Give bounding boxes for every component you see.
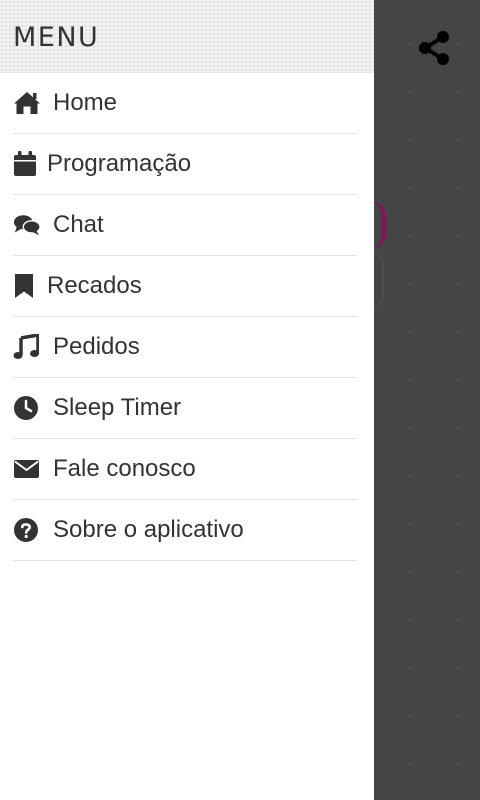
home-icon xyxy=(13,89,41,117)
menu-item-label: Programação xyxy=(47,150,192,177)
menu-item-programacao[interactable]: Programação xyxy=(13,134,357,195)
menu-item-label: Recados xyxy=(47,272,142,299)
share-button[interactable] xyxy=(410,24,458,72)
menu-item-sobre-o-aplicativo[interactable]: Sobre o aplicativo xyxy=(13,500,357,561)
calendar-icon xyxy=(13,150,41,178)
menu-title: MENU xyxy=(13,22,100,53)
header-dots-decoration xyxy=(110,38,374,40)
menu-item-sleep-timer[interactable]: Sleep Timer xyxy=(13,378,357,439)
menu-item-label: Pedidos xyxy=(53,333,140,360)
menu-item-recados[interactable]: Recados xyxy=(13,256,357,317)
menu-list: Home Programação Chat Recados Pedidos Sl… xyxy=(0,73,374,561)
chat-icon xyxy=(13,211,41,239)
question-icon xyxy=(13,516,41,544)
menu-item-label: Chat xyxy=(53,211,104,238)
menu-item-fale-conosco[interactable]: Fale conosco xyxy=(13,439,357,500)
menu-item-pedidos[interactable]: Pedidos xyxy=(13,317,357,378)
menu-item-label: Home xyxy=(53,89,118,116)
menu-item-label: Sobre o aplicativo xyxy=(53,516,244,543)
envelope-icon xyxy=(13,455,41,483)
menu-item-label: Fale conosco xyxy=(53,455,196,482)
menu-item-label: Sleep Timer xyxy=(53,394,182,421)
menu-item-chat[interactable]: Chat xyxy=(13,195,357,256)
share-icon xyxy=(419,31,449,65)
music-icon xyxy=(13,333,41,361)
clock-icon xyxy=(13,394,41,422)
content-backdrop[interactable] xyxy=(374,0,480,800)
drawer-header: MENU xyxy=(0,0,374,73)
menu-item-home[interactable]: Home xyxy=(13,73,357,134)
bookmark-icon xyxy=(13,272,41,300)
navigation-drawer: MENU Home Programação Chat Recados Pedid… xyxy=(0,0,374,800)
